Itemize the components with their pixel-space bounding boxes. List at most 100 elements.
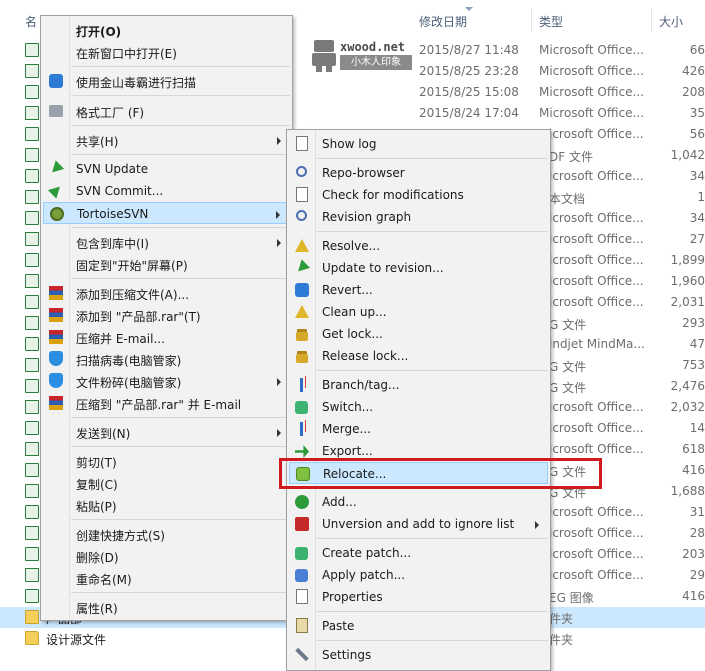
menu-item-add-rar[interactable]: 添加到 "产品部.rar"(T) — [43, 304, 290, 326]
menu-item-properties[interactable]: Properties — [289, 586, 548, 608]
column-header-name[interactable]: 名 — [25, 13, 37, 29]
column-header-size[interactable]: 大小 — [659, 13, 683, 29]
unlock-icon — [294, 348, 310, 364]
file-type: DF 文件 — [549, 150, 593, 164]
winrar-icon — [48, 307, 64, 323]
column-header-modified[interactable]: 修改日期 — [419, 13, 467, 29]
properties-icon — [294, 589, 310, 605]
file-icon — [25, 316, 39, 330]
menu-item-update-revision[interactable]: Update to revision... — [289, 257, 548, 279]
relocate-icon — [295, 466, 311, 482]
file-name: 设计源文件 — [46, 633, 107, 647]
submenu-arrow-icon — [277, 239, 281, 247]
menu-item-kingsoft-scan[interactable]: 使用金山毒霸进行扫描 — [43, 70, 290, 92]
svn-update-icon — [47, 160, 65, 177]
menu-item-shred[interactable]: 文件粉碎(电脑管家) — [43, 370, 290, 392]
menu-item-svn-commit[interactable]: SVN Commit... — [43, 180, 290, 202]
menu-item-pin-start[interactable]: 固定到"开始"屏幕(P) — [43, 253, 290, 275]
file-size: 753 — [682, 358, 705, 372]
file-size: 31 — [689, 505, 705, 519]
update-revision-icon — [293, 259, 311, 276]
menu-item-open-new-window[interactable]: 在新窗口中打开(E) — [43, 41, 290, 63]
menu-item-copy[interactable]: 复制(C) — [43, 472, 290, 494]
menu-item-cut[interactable]: 剪切(T) — [43, 450, 290, 472]
menu-item-properties[interactable]: 属性(R) — [43, 596, 290, 618]
menu-item-send-to[interactable]: 发送到(N) — [43, 421, 290, 443]
menu-item-resolve[interactable]: Resolve... — [289, 235, 548, 257]
file-icon — [25, 232, 39, 246]
menu-item-settings[interactable]: Settings — [289, 644, 548, 666]
menu-item-branch-tag[interactable]: Branch/tag... — [289, 374, 548, 396]
file-date: 2015/8/27 11:48 — [419, 43, 519, 57]
winrar-icon — [48, 395, 64, 411]
menu-item-check-modifications[interactable]: Check for modifications — [289, 184, 548, 206]
file-type: icrosoft Office... — [549, 421, 644, 435]
file-icon — [25, 568, 39, 582]
menu-item-apply-patch[interactable]: Apply patch... — [289, 564, 548, 586]
menu-item-paste[interactable]: 粘贴(P) — [43, 494, 290, 516]
file-date: 2015/8/24 17:04 — [419, 106, 519, 120]
menu-item-add[interactable]: Add... — [289, 491, 548, 513]
menu-item-rename[interactable]: 重命名(M) — [43, 567, 290, 589]
file-icon — [25, 589, 39, 603]
menu-item-share[interactable]: 共享(H) — [43, 129, 290, 151]
menu-item-revision-graph[interactable]: Revision graph — [289, 206, 548, 228]
submenu-arrow-icon — [277, 378, 281, 386]
file-type: icrosoft Office... — [549, 400, 644, 414]
file-icon — [25, 358, 39, 372]
column-divider[interactable] — [531, 8, 532, 32]
menu-item-cleanup[interactable]: Clean up... — [289, 301, 548, 323]
file-icon — [25, 484, 39, 498]
menu-item-open[interactable]: 打开(O) — [43, 19, 290, 41]
file-icon — [25, 526, 39, 540]
sort-indicator-icon — [465, 7, 473, 11]
lock-icon — [294, 326, 310, 342]
menu-item-delete[interactable]: 删除(D) — [43, 545, 290, 567]
file-size: 618 — [682, 442, 705, 456]
menu-item-create-shortcut[interactable]: 创建快捷方式(S) — [43, 523, 290, 545]
column-divider[interactable] — [651, 8, 652, 32]
file-type: 件夹 — [549, 612, 574, 626]
cleanup-icon — [294, 304, 310, 320]
submenu-arrow-icon — [277, 429, 281, 437]
file-type: icrosoft Office... — [549, 253, 644, 267]
menu-item-relocate[interactable]: Relocate... — [289, 462, 548, 484]
file-size: 27 — [689, 232, 705, 246]
menu-item-format-factory[interactable]: 格式工厂 (F) — [43, 100, 290, 122]
menu-item-tortoisesvn[interactable]: TortoiseSVN — [43, 202, 290, 224]
menu-item-svn-update[interactable]: SVN Update — [43, 158, 290, 180]
context-menu: 打开(O) 在新窗口中打开(E) 使用金山毒霸进行扫描 格式工厂 (F) 共享(… — [40, 15, 293, 621]
file-type: icrosoft Office... — [549, 295, 644, 309]
file-icon — [25, 211, 39, 225]
file-size: 2,032 — [670, 400, 705, 414]
file-size: 426 — [682, 64, 705, 78]
menu-item-compress-email[interactable]: 压缩并 E-mail... — [43, 326, 290, 348]
menu-item-add-archive[interactable]: 添加到压缩文件(A)... — [43, 282, 290, 304]
file-icon — [25, 295, 39, 309]
menu-item-compress-rar-email[interactable]: 压缩到 "产品部.rar" 并 E-mail — [43, 392, 290, 414]
menu-item-create-patch[interactable]: Create patch... — [289, 542, 548, 564]
file-size: 416 — [682, 463, 705, 477]
branch-icon — [294, 377, 310, 393]
file-size: 35 — [689, 106, 705, 120]
menu-item-revert[interactable]: Revert... — [289, 279, 548, 301]
menu-item-show-log[interactable]: Show log — [289, 133, 548, 155]
file-icon — [25, 64, 39, 78]
menu-item-virus-scan[interactable]: 扫描病毒(电脑管家) — [43, 348, 290, 370]
menu-item-get-lock[interactable]: Get lock... — [289, 323, 548, 345]
menu-item-repo-browser[interactable]: Repo-browser — [289, 162, 548, 184]
menu-item-paste[interactable]: Paste — [289, 615, 548, 637]
file-icon — [25, 463, 39, 477]
file-type: Microsoft Office... — [539, 85, 644, 99]
file-size: 293 — [682, 316, 705, 330]
folder-icon — [25, 631, 39, 645]
file-icon — [25, 400, 39, 414]
file-type: icrosoft Office... — [549, 505, 644, 519]
menu-item-include-library[interactable]: 包含到库中(I) — [43, 231, 290, 253]
menu-item-switch[interactable]: Switch... — [289, 396, 548, 418]
menu-item-release-lock[interactable]: Release lock... — [289, 345, 548, 367]
menu-item-unversion[interactable]: Unversion and add to ignore list — [289, 513, 548, 535]
menu-item-merge[interactable]: Merge... — [289, 418, 548, 440]
menu-item-export[interactable]: Export... — [289, 440, 548, 462]
column-header-type[interactable]: 类型 — [539, 13, 563, 29]
